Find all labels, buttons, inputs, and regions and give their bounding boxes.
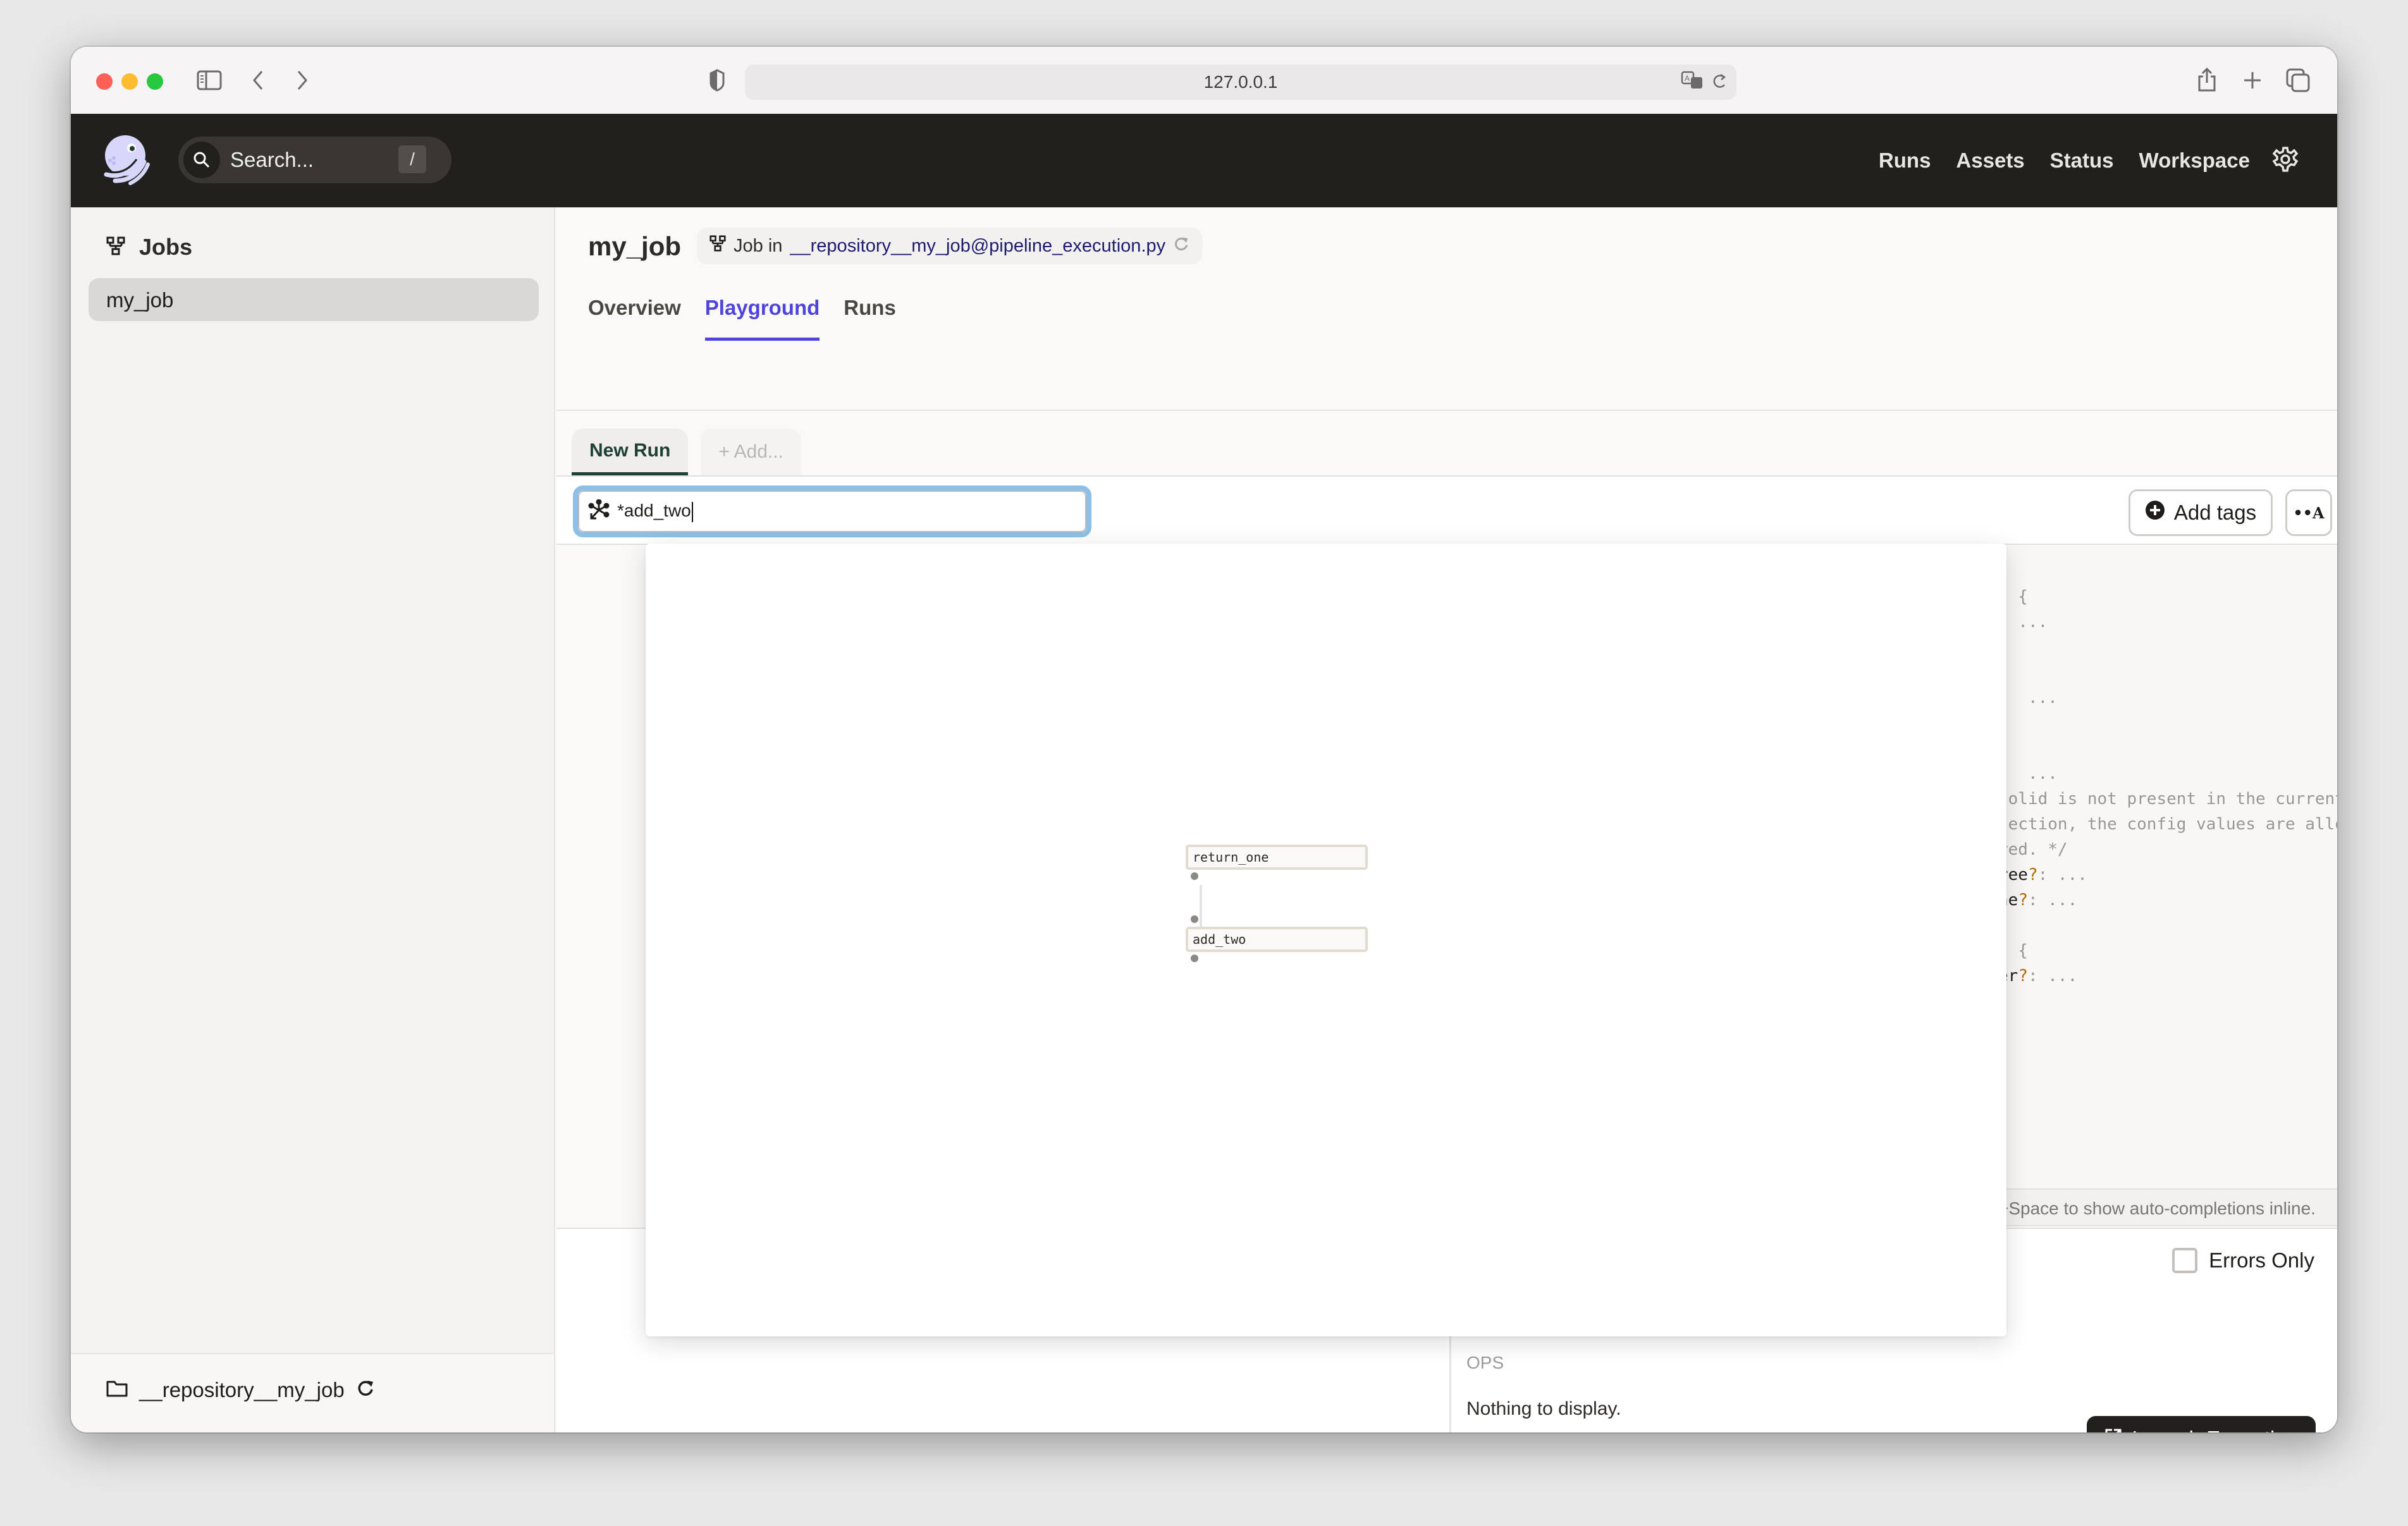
nav-link-status[interactable]: Status: [2050, 149, 2114, 173]
code-line: : {: [1998, 587, 2028, 606]
tab-overview[interactable]: Overview: [588, 296, 681, 341]
maximize-window-button[interactable]: [147, 73, 163, 90]
code-line: red. */: [1998, 840, 2068, 859]
jobs-section-header: Jobs: [106, 234, 192, 260]
code-line: : ...: [1998, 688, 2058, 707]
playground-toolbar: *add_two Add tags ••A: [556, 477, 2337, 545]
new-tab-icon[interactable]: [2240, 66, 2265, 95]
left-sidebar: Jobs my_job __repository__my_job: [71, 207, 555, 1432]
launch-execution-label: Launch Execution: [2132, 1427, 2298, 1432]
code-line: er?: ...: [1998, 967, 2078, 986]
code-line: solid is not present in the current: [1998, 790, 2337, 809]
translate-icon[interactable]: A: [1681, 71, 1705, 97]
top-navigation: Search... / Runs Assets Status Workspace: [71, 114, 2337, 207]
code-line: ...: [1998, 613, 2048, 632]
op-selection-graph-popover: return_one add_two: [646, 544, 2006, 1336]
job-graph-icon: [710, 235, 726, 257]
ops-section-label: OPS: [1466, 1353, 1504, 1372]
tab-runs[interactable]: Runs: [844, 296, 896, 341]
forward-icon[interactable]: [290, 66, 315, 95]
op-selection-value: *add_two: [617, 501, 691, 521]
op-selector-icon: [588, 499, 610, 524]
url-text: 127.0.0.1: [1203, 72, 1278, 92]
code-line: : {: [1998, 941, 2028, 960]
jobs-section-title: Jobs: [139, 234, 193, 260]
code-line: {: [1998, 660, 2337, 685]
op-node-return-one[interactable]: return_one: [1186, 845, 1368, 870]
launch-execution-button[interactable]: Launch Execution: [2086, 1416, 2316, 1432]
gear-icon[interactable]: [2271, 145, 2299, 173]
run-tab-new-run[interactable]: New Run: [572, 429, 689, 475]
code-line: : ...: [1998, 764, 2058, 783]
errors-only-checkbox[interactable]: [2172, 1248, 2198, 1273]
search-input[interactable]: Search... /: [178, 137, 452, 183]
op-output-port: [1191, 955, 1198, 962]
reload-icon[interactable]: [1711, 71, 1728, 97]
job-graph-icon: [106, 236, 125, 259]
toggle-whitespace-button[interactable]: ••A: [2285, 489, 2332, 536]
op-output-port: [1191, 872, 1198, 880]
nav-link-assets[interactable]: Assets: [1956, 149, 2024, 173]
add-run-tab-button[interactable]: + Add...: [701, 429, 801, 475]
minimize-window-button[interactable]: [121, 73, 138, 90]
editor-hint: +Space to show auto-completions inline.: [1998, 1188, 2337, 1226]
close-window-button[interactable]: [96, 73, 113, 90]
op-selection-input[interactable]: *add_two: [573, 485, 1091, 537]
add-circle-icon: [2145, 500, 2165, 525]
config-editor[interactable]: : { ... { : ... : ... solid is not present…: [1998, 546, 2337, 1226]
browser-toolbar: 127.0.0.1 A: [71, 47, 2337, 114]
back-icon[interactable]: [245, 66, 271, 95]
op-node-add-two[interactable]: add_two: [1186, 927, 1368, 952]
nav-link-runs[interactable]: Runs: [1879, 149, 1931, 173]
op-edge: [1200, 885, 1202, 927]
dagster-logo-icon[interactable]: [100, 133, 154, 187]
reload-icon[interactable]: [1173, 235, 1189, 257]
page-title: my_job: [588, 231, 682, 261]
job-location-link[interactable]: __repository__my_job@pipeline_execution.…: [790, 236, 1165, 257]
nav-link-workspace[interactable]: Workspace: [2139, 149, 2250, 173]
reload-repository-icon[interactable]: [356, 1378, 375, 1402]
nav-links: Runs Assets Status Workspace: [1879, 114, 2250, 207]
add-tags-button[interactable]: Add tags: [2128, 489, 2273, 536]
open-external-icon: [2104, 1427, 2122, 1432]
tabs-overview-icon[interactable]: [2284, 66, 2312, 95]
errors-only-toggle[interactable]: Errors Only: [2172, 1248, 2314, 1273]
job-in-label: Job in: [734, 235, 783, 256]
repository-footer: __repository__my_job: [71, 1353, 554, 1432]
code-line: ne?: ...: [1998, 891, 2078, 910]
tab-playground[interactable]: Playground: [704, 296, 820, 341]
repository-name[interactable]: __repository__my_job: [139, 1378, 345, 1402]
folder-icon: [106, 1378, 128, 1402]
sidebar-toggle-icon[interactable]: [195, 66, 224, 95]
tabs-divider: [556, 410, 2337, 411]
sidebar-item-label: my_job: [106, 288, 174, 312]
svg-text:A: A: [1685, 74, 1690, 83]
job-tabs: Overview Playground Runs: [588, 296, 896, 341]
search-shortcut-key: /: [398, 145, 426, 173]
search-icon: [183, 142, 220, 178]
browser-window: 127.0.0.1 A Search... / Runs Assets Stat…: [71, 47, 2337, 1432]
code-line: ree?: ...: [1998, 865, 2087, 884]
shield-icon[interactable]: [704, 66, 730, 95]
op-input-port: [1191, 915, 1198, 923]
address-bar[interactable]: 127.0.0.1 A: [745, 64, 1736, 100]
empty-state-text: Nothing to display.: [1466, 1398, 1621, 1419]
code-line: lection, the config values are allowed: [1998, 815, 2337, 834]
text-caret: [691, 501, 693, 522]
job-location-chip: Job in __repository__my_job@pipeline_exe…: [697, 228, 1203, 264]
add-tags-label: Add tags: [2173, 501, 2257, 524]
share-icon[interactable]: [2194, 66, 2220, 95]
run-tabs: New Run + Add...: [572, 429, 801, 475]
config-code: : { ... { : ... : ... solid is not present…: [1998, 584, 2337, 989]
whitespace-icon: ••A: [2293, 503, 2325, 522]
errors-only-label: Errors Only: [2209, 1248, 2314, 1272]
sidebar-item-my-job[interactable]: my_job: [89, 278, 539, 321]
search-placeholder: Search...: [230, 148, 314, 171]
